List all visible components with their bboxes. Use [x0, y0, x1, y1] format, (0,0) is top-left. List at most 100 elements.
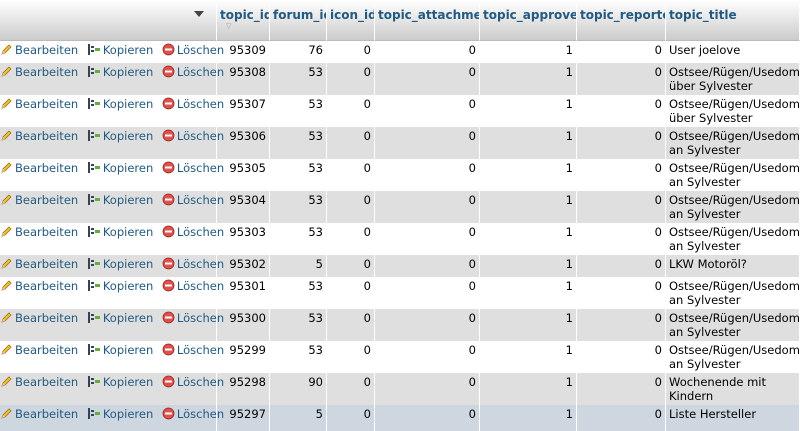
- cell-topic-approved[interactable]: 1: [480, 63, 577, 95]
- cell-topic-reported[interactable]: 0: [577, 191, 666, 223]
- cell-forum-id[interactable]: 5: [270, 405, 327, 431]
- cell-forum-id[interactable]: 53: [270, 63, 327, 95]
- copy-link[interactable]: Kopieren: [87, 193, 153, 207]
- cell-topic-reported[interactable]: 0: [577, 277, 666, 309]
- delete-label[interactable]: Löschen: [177, 65, 224, 79]
- cell-icon-id[interactable]: 0: [327, 159, 375, 191]
- cell-topic-reported[interactable]: 0: [577, 95, 666, 127]
- cell-topic-id[interactable]: 95307: [217, 95, 270, 127]
- cell-forum-id[interactable]: 53: [270, 159, 327, 191]
- cell-topic-id[interactable]: 95302: [217, 255, 270, 277]
- delete-link[interactable]: Löschen: [162, 279, 224, 293]
- cell-forum-id[interactable]: 53: [270, 309, 327, 341]
- copy-label[interactable]: Kopieren: [103, 193, 153, 207]
- cell-topic-attachment[interactable]: 0: [375, 159, 480, 191]
- delete-label[interactable]: Löschen: [177, 193, 224, 207]
- edit-label[interactable]: Bearbeiten: [15, 343, 78, 357]
- cell-icon-id[interactable]: 0: [327, 373, 375, 405]
- cell-topic-title[interactable]: Ostsee/Rügen/Usedom an Sylvester: [666, 191, 800, 223]
- copy-label[interactable]: Kopieren: [103, 65, 153, 79]
- cell-topic-approved[interactable]: 1: [480, 373, 577, 405]
- cell-icon-id[interactable]: 0: [327, 255, 375, 277]
- delete-label[interactable]: Löschen: [177, 225, 224, 239]
- edit-link[interactable]: Bearbeiten: [0, 257, 78, 271]
- edit-link[interactable]: Bearbeiten: [0, 311, 78, 325]
- cell-topic-approved[interactable]: 1: [480, 255, 577, 277]
- delete-label[interactable]: Löschen: [177, 343, 224, 357]
- cell-topic-attachment[interactable]: 0: [375, 95, 480, 127]
- cell-icon-id[interactable]: 0: [327, 341, 375, 373]
- cell-topic-title[interactable]: Ostsee/Rügen/Usedom an Sylvester: [666, 223, 800, 255]
- sort-indicator-icon[interactable]: ▽: [220, 22, 266, 30]
- copy-link[interactable]: Kopieren: [87, 375, 153, 389]
- copy-label[interactable]: Kopieren: [103, 311, 153, 325]
- col-header-topic-title[interactable]: topic_title: [666, 0, 800, 41]
- delete-link[interactable]: Löschen: [162, 129, 224, 143]
- delete-label[interactable]: Löschen: [177, 129, 224, 143]
- cell-topic-attachment[interactable]: 0: [375, 405, 480, 431]
- cell-topic-id[interactable]: 95309: [217, 41, 270, 63]
- cell-forum-id[interactable]: 53: [270, 127, 327, 159]
- cell-topic-attachment[interactable]: 0: [375, 309, 480, 341]
- delete-label[interactable]: Löschen: [177, 311, 224, 325]
- col-label-forum-id[interactable]: forum_id: [273, 0, 326, 22]
- cell-topic-id[interactable]: 95306: [217, 127, 270, 159]
- cell-forum-id[interactable]: 53: [270, 191, 327, 223]
- cell-icon-id[interactable]: 0: [327, 127, 375, 159]
- cell-forum-id[interactable]: 5: [270, 255, 327, 277]
- copy-label[interactable]: Kopieren: [103, 43, 153, 57]
- cell-icon-id[interactable]: 0: [327, 191, 375, 223]
- edit-label[interactable]: Bearbeiten: [15, 375, 78, 389]
- col-header-forum-id[interactable]: forum_id: [270, 0, 327, 41]
- edit-link[interactable]: Bearbeiten: [0, 225, 78, 239]
- edit-link[interactable]: Bearbeiten: [0, 43, 78, 57]
- delete-label[interactable]: Löschen: [177, 161, 224, 175]
- delete-label[interactable]: Löschen: [177, 375, 224, 389]
- edit-link[interactable]: Bearbeiten: [0, 129, 78, 143]
- cell-topic-title[interactable]: Wochenende mit Kindern: [666, 373, 800, 405]
- cell-topic-reported[interactable]: 0: [577, 223, 666, 255]
- edit-link[interactable]: Bearbeiten: [0, 65, 78, 79]
- edit-link[interactable]: Bearbeiten: [0, 97, 78, 111]
- copy-label[interactable]: Kopieren: [103, 279, 153, 293]
- cell-topic-id[interactable]: 95300: [217, 309, 270, 341]
- edit-label[interactable]: Bearbeiten: [15, 43, 78, 57]
- cell-topic-approved[interactable]: 1: [480, 223, 577, 255]
- cell-icon-id[interactable]: 0: [327, 95, 375, 127]
- cell-icon-id[interactable]: 0: [327, 277, 375, 309]
- delete-link[interactable]: Löschen: [162, 193, 224, 207]
- cell-topic-reported[interactable]: 0: [577, 405, 666, 431]
- cell-topic-id[interactable]: 95304: [217, 191, 270, 223]
- cell-topic-title[interactable]: Ostsee/Rügen/Usedom an Sylvester: [666, 277, 800, 309]
- copy-link[interactable]: Kopieren: [87, 129, 153, 143]
- edit-label[interactable]: Bearbeiten: [15, 129, 78, 143]
- delete-link[interactable]: Löschen: [162, 311, 224, 325]
- cell-forum-id[interactable]: 53: [270, 341, 327, 373]
- col-label-topic-reported[interactable]: topic_reported: [580, 0, 665, 22]
- copy-label[interactable]: Kopieren: [103, 129, 153, 143]
- copy-link[interactable]: Kopieren: [87, 225, 153, 239]
- cell-topic-approved[interactable]: 1: [480, 277, 577, 309]
- cell-topic-id[interactable]: 95299: [217, 341, 270, 373]
- cell-topic-approved[interactable]: 1: [480, 309, 577, 341]
- cell-topic-attachment[interactable]: 0: [375, 41, 480, 63]
- delete-label[interactable]: Löschen: [177, 43, 224, 57]
- delete-link[interactable]: Löschen: [162, 257, 224, 271]
- cell-icon-id[interactable]: 0: [327, 63, 375, 95]
- cell-icon-id[interactable]: 0: [327, 309, 375, 341]
- cell-topic-title[interactable]: Ostsee/Rügen/Usedom über Sylvester: [666, 63, 800, 95]
- cell-topic-attachment[interactable]: 0: [375, 341, 480, 373]
- copy-link[interactable]: Kopieren: [87, 161, 153, 175]
- cell-topic-id[interactable]: 95305: [217, 159, 270, 191]
- cell-topic-id[interactable]: 95298: [217, 373, 270, 405]
- cell-forum-id[interactable]: 53: [270, 223, 327, 255]
- delete-link[interactable]: Löschen: [162, 375, 224, 389]
- edit-link[interactable]: Bearbeiten: [0, 375, 78, 389]
- copy-link[interactable]: Kopieren: [87, 97, 153, 111]
- cell-topic-id[interactable]: 95308: [217, 63, 270, 95]
- cell-topic-reported[interactable]: 0: [577, 127, 666, 159]
- cell-topic-approved[interactable]: 1: [480, 341, 577, 373]
- delete-label[interactable]: Löschen: [177, 279, 224, 293]
- cell-topic-approved[interactable]: 1: [480, 405, 577, 431]
- copy-label[interactable]: Kopieren: [103, 161, 153, 175]
